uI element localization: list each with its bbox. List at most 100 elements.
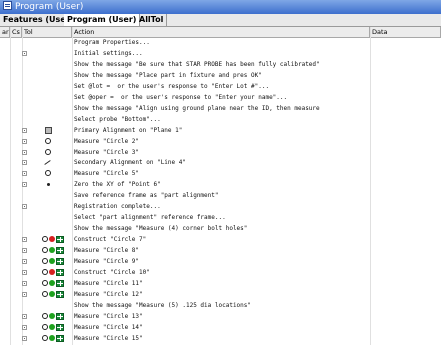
- action-text: Primary Alignment on "Plane 1": [74, 126, 183, 134]
- program-step-row[interactable]: Save reference frame as "part alignment": [0, 191, 441, 200]
- pass-status-icon: [49, 279, 55, 286]
- program-step-row[interactable]: Initial settings...: [0, 49, 441, 58]
- measure-grid-icon: [56, 290, 64, 298]
- program-step-row[interactable]: Measure "Circle 11": [0, 279, 441, 288]
- action-text: Measure "Circle 13": [74, 312, 143, 320]
- circle-feature-icon: [42, 258, 48, 264]
- expand-toggle-icon[interactable]: [22, 171, 27, 177]
- expand-toggle-icon[interactable]: [22, 335, 27, 341]
- action-text: Secondary Alignment on "Line 4": [74, 159, 186, 167]
- expand-toggle-icon[interactable]: [22, 291, 27, 297]
- action-text: Measure "Circle 2": [74, 137, 140, 145]
- col-header-data[interactable]: Data: [370, 27, 441, 37]
- action-text: Select "part alignment" reference frame.…: [74, 214, 226, 222]
- pass-status-icon: [49, 334, 55, 341]
- expand-toggle-icon[interactable]: [22, 160, 27, 166]
- action-text: Measure "Circle 3": [74, 148, 140, 156]
- circle-feature-icon: [42, 268, 48, 275]
- plane-feature-icon: [45, 126, 52, 134]
- tab-alltol[interactable]: AllTol: [136, 14, 168, 26]
- program-step-row[interactable]: Show the message "Measure (4) corner bol…: [0, 224, 441, 233]
- action-text: Construct "Circle 10": [74, 268, 150, 276]
- col-header-action[interactable]: Action: [72, 27, 370, 37]
- action-text: Measure "Circle 14": [74, 323, 143, 331]
- program-step-row[interactable]: Construct "Circle 10": [0, 268, 441, 277]
- action-text: Show the message "Be sure that STAR PROB…: [74, 60, 320, 68]
- pass-status-icon: [49, 290, 55, 297]
- program-step-row[interactable]: Program Properties...: [0, 38, 441, 47]
- circle-feature-icon: [45, 137, 51, 144]
- expand-toggle-icon[interactable]: [22, 313, 27, 319]
- expand-toggle-icon[interactable]: [22, 182, 27, 188]
- action-text: Show the message "Measure (5) .125 dia l…: [74, 301, 252, 309]
- program-step-row[interactable]: Measure "Circle 14": [0, 323, 441, 332]
- expand-toggle-icon[interactable]: [22, 248, 27, 254]
- expand-toggle-icon[interactable]: [22, 237, 27, 243]
- action-text: Zero the XY of "Point 6": [74, 181, 161, 189]
- expand-toggle-icon[interactable]: [22, 269, 27, 275]
- expand-toggle-icon[interactable]: [22, 149, 27, 155]
- program-step-row[interactable]: Measure "Circle 5": [0, 169, 441, 178]
- action-text: Measure "Circle 8": [74, 247, 140, 255]
- window-titlebar: Program (User): [0, 0, 441, 14]
- expand-toggle-icon[interactable]: [22, 204, 27, 210]
- circle-feature-icon: [42, 323, 48, 330]
- expand-toggle-icon[interactable]: [22, 280, 27, 286]
- program-step-row[interactable]: Secondary Alignment on "Line 4": [0, 158, 441, 167]
- measure-grid-icon: [56, 323, 64, 331]
- program-step-row[interactable]: Measure "Circle 3": [0, 148, 441, 157]
- program-step-row[interactable]: Set @oper = or the user's response to "E…: [0, 93, 441, 102]
- program-step-row[interactable]: Primary Alignment on "Plane 1": [0, 126, 441, 135]
- program-step-row[interactable]: Measure "Circle 12": [0, 290, 441, 299]
- measure-grid-icon: [56, 258, 64, 265]
- action-text: Construct "Circle 7": [74, 236, 147, 244]
- program-step-row[interactable]: Zero the XY of "Point 6": [0, 180, 441, 189]
- program-step-row[interactable]: Measure "Circle 8": [0, 246, 441, 255]
- circle-feature-icon: [42, 279, 48, 286]
- circle-feature-icon: [42, 236, 48, 243]
- program-step-row[interactable]: Measure "Circle 13": [0, 312, 441, 321]
- program-step-row[interactable]: Set @lot = or the user's response to "En…: [0, 82, 441, 91]
- program-step-row[interactable]: Show the message "Align using ground pla…: [0, 104, 441, 113]
- action-text: Show the message "Place part in fixture …: [74, 71, 262, 79]
- action-text: Program Properties...: [74, 39, 150, 46]
- fail-status-icon: [49, 268, 55, 275]
- program-step-row[interactable]: Measure "Circle 9": [0, 257, 441, 266]
- action-text: Initial settings...: [74, 49, 143, 57]
- action-text: Measure "Circle 5": [74, 170, 140, 178]
- action-text: Save reference frame as "part alignment": [74, 192, 219, 200]
- circle-feature-icon: [42, 312, 48, 319]
- program-step-row[interactable]: Show the message "Measure (5) .125 dia l…: [0, 301, 441, 310]
- fail-status-icon: [49, 236, 55, 243]
- window-title: Program (User): [15, 2, 84, 12]
- construct-grid-icon: [56, 268, 64, 276]
- tab-bar: Features (User) Program (User) AllTol: [0, 14, 441, 27]
- expand-toggle-icon[interactable]: [22, 127, 27, 133]
- expand-toggle-icon[interactable]: [22, 259, 27, 264]
- tab-program[interactable]: Program (User): [64, 14, 141, 26]
- program-step-row[interactable]: Construct "Circle 7": [0, 235, 441, 244]
- action-text: Select probe "Bottom"...: [74, 115, 161, 123]
- point-feature-icon: [47, 183, 50, 187]
- action-text: Show the message "Align using ground pla…: [74, 104, 320, 112]
- measure-grid-icon: [56, 279, 64, 287]
- expand-toggle-icon[interactable]: [22, 50, 27, 56]
- measure-grid-icon: [56, 334, 64, 342]
- program-step-row[interactable]: Select "part alignment" reference frame.…: [0, 213, 441, 222]
- program-step-row[interactable]: Select probe "Bottom"...: [0, 115, 441, 124]
- circle-feature-icon: [42, 247, 48, 254]
- program-step-row[interactable]: Measure "Circle 2": [0, 137, 441, 146]
- program-step-row[interactable]: Registration complete...: [0, 202, 441, 211]
- action-text: Show the message "Measure (4) corner bol…: [74, 225, 248, 233]
- program-step-row[interactable]: Measure "Circle 15": [0, 334, 441, 343]
- expand-toggle-icon[interactable]: [22, 138, 27, 144]
- action-text: Measure "Circle 12": [74, 290, 143, 298]
- circle-feature-icon: [42, 290, 48, 297]
- col-header-tol[interactable]: Tol: [22, 27, 72, 37]
- program-step-row[interactable]: Show the message "Place part in fixture …: [0, 71, 441, 80]
- col-header-ar[interactable]: ar: [0, 27, 10, 37]
- action-text: Set @lot = or the user's response to "En…: [74, 82, 270, 90]
- col-header-cs[interactable]: Cs: [10, 27, 22, 37]
- program-step-row[interactable]: Show the message "Be sure that STAR PROB…: [0, 60, 441, 69]
- expand-toggle-icon[interactable]: [22, 324, 27, 330]
